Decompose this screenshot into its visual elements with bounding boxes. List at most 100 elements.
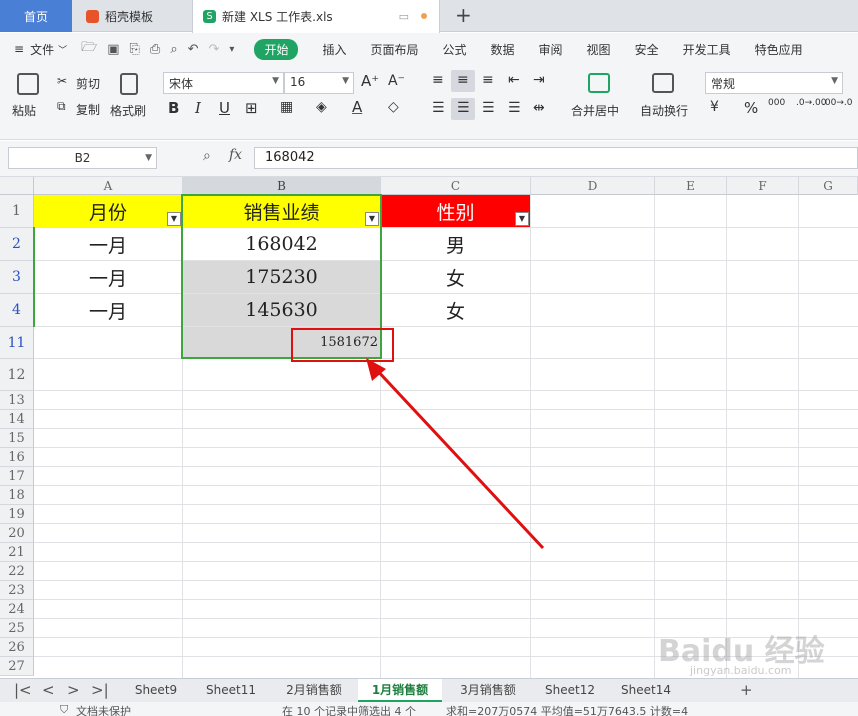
formula-input[interactable]: 168042 [254,147,858,169]
paste-icon[interactable] [17,73,39,95]
font-color-icon[interactable]: A [352,98,362,116]
cell-a4[interactable]: 一月 [34,294,182,326]
undo-icon[interactable]: ↶ [188,42,199,57]
header-cell-month[interactable]: 月份 [34,195,182,227]
indent-increase-icon[interactable]: ⇥ [533,72,545,88]
align-right-icon[interactable]: ☰ [482,100,495,116]
distribute-icon[interactable]: ⇹ [533,100,545,116]
align-bottom-icon[interactable]: ≡ [482,72,494,88]
row-header-13[interactable]: 13 [0,391,34,410]
menu-item-security[interactable]: 安全 [635,41,659,58]
align-top-icon[interactable]: ≡ [432,72,444,88]
menu-item-developer[interactable]: 开发工具 [683,41,731,58]
select-all-corner[interactable] [0,177,34,195]
copy-button[interactable]: 复制 [76,101,100,118]
add-sheet-icon[interactable]: + [740,681,753,699]
row-header-18[interactable]: 18 [0,486,34,505]
column-header-d[interactable]: D [531,177,655,195]
sheet-tab-active[interactable]: 1月销售额 [358,679,442,702]
name-box[interactable]: B2 ▼ [8,147,157,169]
menu-item-special[interactable]: 特色应用 [755,41,803,58]
new-tab-button[interactable]: + [455,3,472,27]
header-cell-sales[interactable]: 销售业绩 [183,195,380,227]
menu-item-formula[interactable]: 公式 [443,41,467,58]
column-header-a[interactable]: A [34,177,183,195]
bold-button[interactable]: B [168,99,179,117]
percent-button[interactable]: % [744,99,758,117]
preview-icon[interactable]: ⌕ [170,42,177,57]
row-header-12[interactable]: 12 [0,359,34,391]
cell-c4[interactable]: 女 [381,294,530,326]
column-header-g[interactable]: G [799,177,858,195]
row-header-22[interactable]: 22 [0,562,34,581]
document-protect-icon[interactable]: ⛉ [60,703,68,716]
first-sheet-icon[interactable]: |< [14,681,32,699]
tab-current-file[interactable]: S 新建 XLS 工作表.xls ▭ [192,0,440,33]
filter-dropdown-icon[interactable]: ▼ [365,212,379,226]
row-header-4[interactable]: 4 [0,294,34,327]
column-header-c[interactable]: C [381,177,531,195]
tab-docer-templates[interactable]: 稻壳模板 [74,0,190,32]
header-cell-gender[interactable]: 性别 [381,195,530,227]
justify-icon[interactable]: ☰ [508,100,521,116]
row-header-24[interactable]: 24 [0,600,34,619]
grow-font-icon[interactable]: A⁺ [361,72,379,90]
thousands-icon[interactable]: 000 [768,98,785,108]
row-header-27[interactable]: 27 [0,657,34,676]
cell-c2[interactable]: 男 [381,228,530,260]
row-header-14[interactable]: 14 [0,410,34,429]
sheet-tab[interactable]: Sheet14 [612,679,680,702]
copy-icon[interactable]: ⧉ [57,99,66,114]
align-center-icon[interactable]: ☰ [457,100,470,116]
row-header-23[interactable]: 23 [0,581,34,600]
italic-button[interactable]: I [195,99,201,117]
column-header-e[interactable]: E [655,177,727,195]
menu-item-page-layout[interactable]: 页面布局 [370,41,418,58]
menu-item-view[interactable]: 视图 [587,41,611,58]
cell-c3[interactable]: 女 [381,261,530,293]
row-header-26[interactable]: 26 [0,638,34,657]
align-left-icon[interactable]: ☰ [432,100,445,116]
underline-button[interactable]: U [219,99,230,117]
filter-dropdown-icon[interactable]: ▼ [515,212,529,226]
zoom-icon[interactable]: ⌕ [203,148,211,164]
document-protect-status[interactable]: 文档未保护 [76,703,131,716]
row-header-11[interactable]: 11 [0,327,34,359]
tab-home[interactable]: 首页 [0,0,72,32]
format-painter-icon[interactable] [120,73,138,95]
row-header-19[interactable]: 19 [0,505,34,524]
cell-style-icon[interactable]: ▦ [280,99,293,115]
border-icon[interactable]: ⊞ [245,99,258,117]
column-header-b[interactable]: B [183,177,381,195]
format-painter-button[interactable]: 格式刷 [110,102,146,119]
row-header-21[interactable]: 21 [0,543,34,562]
sheet-tab[interactable]: Sheet11 [195,679,267,702]
menu-item-review[interactable]: 审阅 [539,41,563,58]
last-sheet-icon[interactable]: >| [91,681,109,699]
cell-b3[interactable]: 175230 [183,261,380,293]
paste-button[interactable]: 粘贴 [12,102,36,119]
font-size-select[interactable]: 16 ▼ [284,72,354,94]
wrap-text-button[interactable]: 自动换行 [640,102,688,119]
print-icon[interactable]: ⎙ [150,42,160,57]
row-header-20[interactable]: 20 [0,524,34,543]
customize-icon[interactable]: ▾ [229,44,234,55]
menu-file[interactable]: ≡ 文件 ﹀ [14,41,67,58]
cut-icon[interactable]: ✂ [57,74,67,88]
menu-item-data[interactable]: 数据 [491,41,515,58]
row-header-15[interactable]: 15 [0,429,34,448]
number-format-select[interactable]: 常规 ▼ [705,72,843,94]
row-header-2[interactable]: 2 [0,228,34,261]
merge-center-button[interactable]: 合并居中 [571,102,619,119]
cut-button[interactable]: 剪切 [76,75,100,92]
row-header-16[interactable]: 16 [0,448,34,467]
fill-color-icon[interactable]: ◈ [316,99,327,115]
sheet-tab[interactable]: 2月销售额 [274,679,354,702]
menu-item-insert[interactable]: 插入 [322,41,346,58]
window-icon[interactable]: ▭ [399,10,409,23]
filter-active-icon[interactable]: ▼ [167,212,181,226]
cell-b4[interactable]: 145630 [183,294,380,326]
clear-format-icon[interactable]: ◇ [388,99,399,115]
prev-sheet-icon[interactable]: < [42,681,55,699]
merge-center-icon[interactable] [588,73,610,93]
